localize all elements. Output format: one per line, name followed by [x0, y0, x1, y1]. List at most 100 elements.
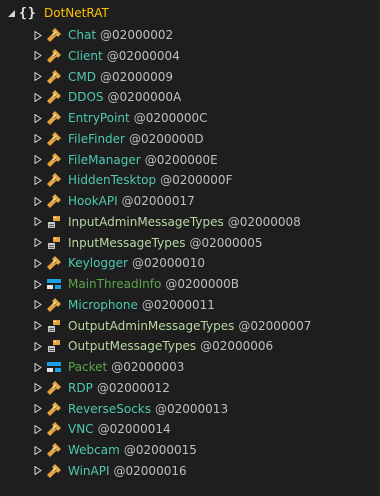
type-name: FileManager [68, 152, 141, 167]
expand-arrow-icon[interactable] [32, 440, 44, 460]
expand-arrow-icon[interactable] [32, 46, 44, 66]
expand-arrow-icon[interactable] [32, 108, 44, 128]
class-icon [46, 131, 62, 147]
type-name: ReverseSocks [68, 401, 151, 416]
expand-arrow-icon[interactable] [32, 191, 44, 211]
type-node[interactable]: DDOS @0200000A [0, 87, 380, 107]
type-name: OutputAdminMessageTypes [68, 318, 235, 333]
metadata-token: @02000015 [123, 443, 197, 457]
type-node[interactable]: OutputMessageTypes @02000006 [0, 336, 380, 356]
type-node[interactable]: EntryPoint @0200000C [0, 108, 380, 128]
class-icon [46, 297, 62, 313]
type-node[interactable]: RDP @02000012 [0, 378, 380, 398]
type-name: HiddenTesktop [68, 173, 157, 188]
expand-arrow-icon[interactable] [32, 419, 44, 439]
type-label: Microphone @02000011 [68, 295, 215, 315]
expand-arrow-icon[interactable] [32, 253, 44, 273]
type-name: MainThreadInfo [68, 277, 162, 291]
type-label: VNC @02000014 [68, 419, 171, 439]
type-label: CMD @02000009 [68, 67, 173, 87]
metadata-token: @02000011 [141, 297, 215, 312]
type-node[interactable]: InputAdminMessageTypes @02000008 [0, 212, 380, 232]
expand-arrow-icon[interactable] [32, 129, 44, 149]
type-node[interactable]: HookAPI @02000017 [0, 191, 380, 211]
expand-arrow-icon[interactable] [32, 67, 44, 87]
class-icon [46, 380, 62, 396]
type-name: InputAdminMessageTypes [68, 214, 224, 229]
type-node[interactable]: InputMessageTypes @02000005 [0, 233, 380, 253]
type-label: HookAPI @02000017 [68, 191, 195, 211]
metadata-token: @0200000E [144, 152, 218, 167]
expand-arrow-icon[interactable] [32, 378, 44, 398]
namespace-icon: {} [19, 5, 37, 21]
type-node[interactable]: ReverseSocks @02000013 [0, 399, 380, 419]
class-icon [46, 193, 62, 209]
assembly-tree-view[interactable]: {} DotNetRAT Chat @02000002 Client @0200000… [0, 0, 380, 496]
type-node[interactable]: Chat @02000002 [0, 25, 380, 45]
struct-icon [46, 276, 62, 292]
type-node[interactable]: Webcam @02000015 [0, 440, 380, 460]
metadata-token: @0200000D [128, 131, 204, 146]
namespace-node[interactable]: {} DotNetRAT [0, 3, 380, 23]
type-name: CMD [68, 69, 96, 84]
class-icon [46, 89, 62, 105]
metadata-token: @02000010 [131, 256, 206, 271]
collapse-arrow-icon[interactable] [5, 3, 17, 23]
class-icon [46, 110, 62, 126]
type-node[interactable]: Client @02000004 [0, 46, 380, 66]
enum-icon [46, 318, 62, 334]
expand-arrow-icon[interactable] [32, 233, 44, 253]
class-icon [46, 421, 62, 437]
metadata-token: @02000003 [111, 360, 185, 374]
type-node[interactable]: VNC @02000014 [0, 419, 380, 439]
expand-arrow-icon[interactable] [32, 336, 44, 356]
expand-arrow-icon[interactable] [32, 274, 44, 294]
class-icon [46, 27, 62, 43]
metadata-token: @0200000F [160, 173, 233, 188]
type-name: EntryPoint [68, 111, 130, 125]
type-node[interactable]: CMD @02000009 [0, 67, 380, 87]
metadata-token: @02000007 [238, 318, 312, 333]
metadata-token: @02000005 [189, 235, 263, 250]
expand-arrow-icon[interactable] [32, 295, 44, 315]
type-name: InputMessageTypes [68, 235, 186, 250]
type-node[interactable]: Microphone @02000011 [0, 295, 380, 315]
expand-arrow-icon[interactable] [32, 170, 44, 190]
type-label: Keylogger @02000010 [68, 253, 205, 273]
type-node[interactable]: HiddenTesktop @0200000F [0, 170, 380, 190]
type-node[interactable]: Keylogger @02000010 [0, 253, 380, 273]
type-name: Keylogger [68, 256, 128, 271]
expand-arrow-icon[interactable] [32, 25, 44, 45]
type-node[interactable]: FileFinder @0200000D [0, 129, 380, 149]
expand-arrow-icon[interactable] [32, 399, 44, 419]
type-label: InputAdminMessageTypes @02000008 [68, 212, 301, 232]
type-name: RDP [68, 380, 93, 395]
type-name: VNC [68, 422, 94, 437]
expand-arrow-icon[interactable] [32, 212, 44, 232]
expand-arrow-icon[interactable] [32, 357, 44, 377]
type-node[interactable]: WinAPI @02000016 [0, 461, 380, 481]
type-name: Webcam [68, 443, 120, 457]
type-label: Packet @02000003 [68, 357, 184, 377]
class-icon [46, 401, 62, 417]
expand-arrow-icon[interactable] [32, 150, 44, 170]
type-node[interactable]: MainThreadInfo @0200000B [0, 274, 380, 294]
metadata-token: @0200000A [107, 90, 182, 105]
type-label: EntryPoint @0200000C [68, 108, 208, 128]
type-label: FileManager @0200000E [68, 150, 218, 170]
type-label: OutputMessageTypes @02000006 [68, 336, 273, 356]
metadata-token: @02000006 [200, 339, 274, 354]
metadata-token: @02000002 [100, 28, 174, 42]
type-node[interactable]: OutputAdminMessageTypes @02000007 [0, 316, 380, 336]
type-name: HookAPI [68, 194, 118, 208]
expand-arrow-icon[interactable] [32, 316, 44, 336]
class-icon [46, 69, 62, 85]
expand-arrow-icon[interactable] [32, 461, 44, 481]
metadata-token: @02000004 [106, 48, 180, 63]
expand-arrow-icon[interactable] [32, 87, 44, 107]
type-label: Webcam @02000015 [68, 440, 197, 460]
type-node[interactable]: Packet @02000003 [0, 357, 380, 377]
type-node[interactable]: FileManager @0200000E [0, 150, 380, 170]
type-label: ReverseSocks @02000013 [68, 399, 228, 419]
class-icon [46, 172, 62, 188]
